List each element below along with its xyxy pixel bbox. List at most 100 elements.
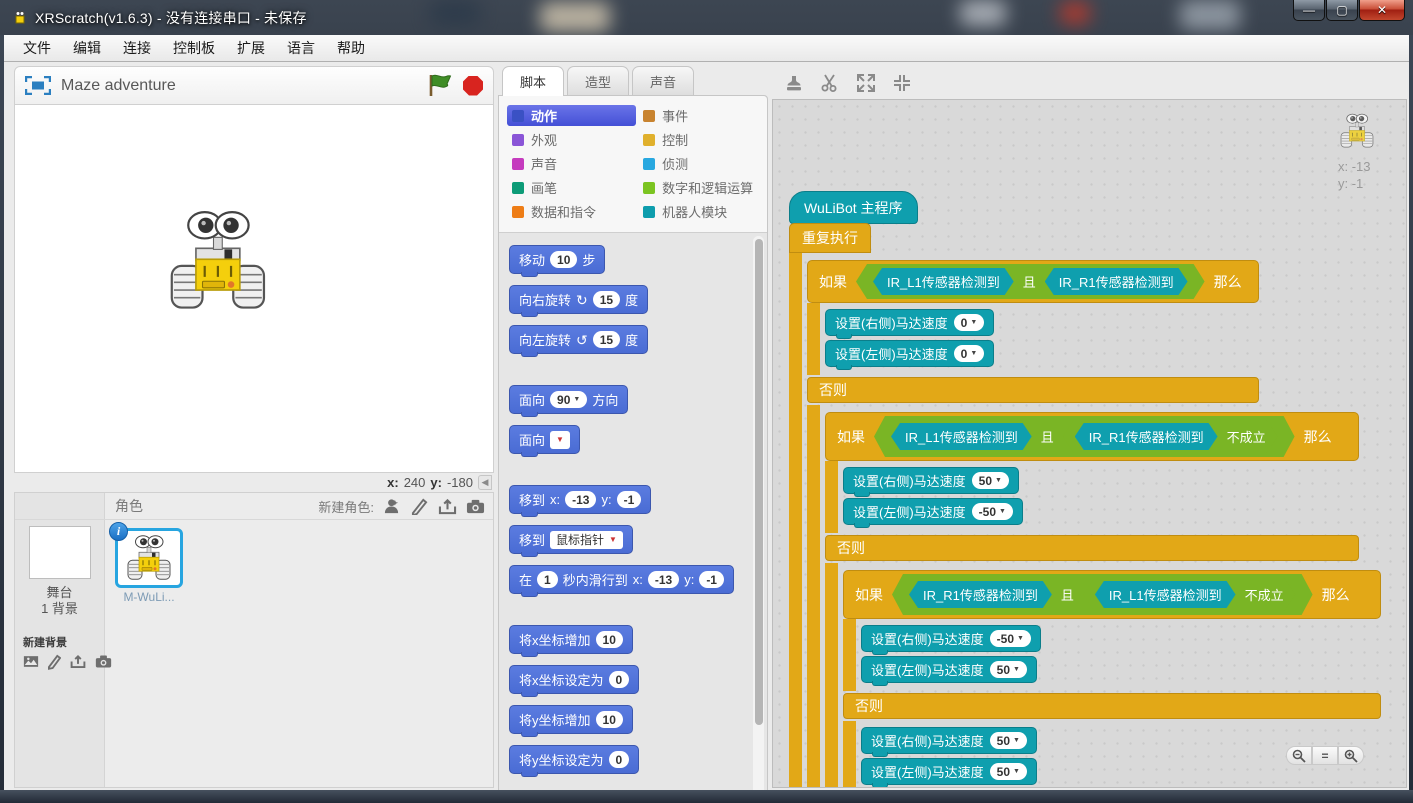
sprite-item-mwulibot[interactable]: i M-WuLi... xyxy=(115,528,193,604)
point-towards-dropdown[interactable]: ▼ xyxy=(550,431,570,449)
presentation-mode-icon[interactable] xyxy=(25,76,51,95)
category-operators[interactable]: 数字和逻辑运算 xyxy=(638,177,761,198)
sprite-info-readout: x: -13 y: -1 xyxy=(1338,112,1376,193)
block-point-direction[interactable]: 面向90▼方向 xyxy=(509,385,628,414)
category-motion[interactable]: 动作 xyxy=(507,105,636,126)
category-looks[interactable]: 外观 xyxy=(507,129,636,150)
upload-sprite-icon[interactable] xyxy=(438,498,457,515)
window-title: XRScratch(v1.6.3) - 没有连接串口 - 未保存 xyxy=(35,8,307,28)
category-robot[interactable]: 机器人模块 xyxy=(638,201,761,222)
zoom-in-icon xyxy=(1344,749,1358,763)
stage-selector[interactable]: 舞台 1 背景 新建背景 xyxy=(15,520,105,787)
robot-color-chip xyxy=(643,206,655,218)
tab-scripts[interactable]: 脚本 xyxy=(502,66,564,96)
category-data[interactable]: 数据和指令 xyxy=(507,201,636,222)
pen-color-chip xyxy=(512,182,524,194)
palette-scrollbar[interactable] xyxy=(753,236,764,803)
block-turn-right[interactable]: 向右旋转↻15度 xyxy=(509,285,648,314)
category-sound[interactable]: 声音 xyxy=(507,153,636,174)
sprite-thumbnail[interactable]: i xyxy=(115,528,183,588)
and-operator-block[interactable]: IR_L1传感器检测到 且 IR_R1传感器检测到 xyxy=(856,264,1205,299)
block-set-x[interactable]: 将x坐标设定为0 xyxy=(509,665,639,694)
backdrop-count: 1 背景 xyxy=(41,601,78,617)
block-point-towards[interactable]: 面向▼ xyxy=(509,425,580,454)
sensor-ir-l1-block[interactable]: IR_L1传感器检测到 xyxy=(891,423,1032,450)
minimize-button[interactable]: — xyxy=(1293,0,1325,21)
stage-canvas[interactable] xyxy=(14,105,494,473)
upload-backdrop-icon[interactable] xyxy=(70,653,86,670)
menu-edit[interactable]: 编辑 xyxy=(62,35,112,61)
green-flag-button[interactable] xyxy=(428,74,453,97)
block-set-y[interactable]: 将y坐标设定为0 xyxy=(509,745,639,774)
grow-sprite-icon[interactable] xyxy=(856,73,876,93)
robot-sprite[interactable] xyxy=(163,203,275,321)
sensor-ir-r1-block[interactable]: IR_R1传感器检测到 xyxy=(1075,423,1218,450)
category-events[interactable]: 事件 xyxy=(638,105,761,126)
set-right-motor-block[interactable]: 设置(右侧)马达速度-50▼ xyxy=(861,625,1041,652)
set-left-motor-block[interactable]: 设置(左侧)马达速度50▼ xyxy=(861,656,1037,683)
sensor-ir-l1-block[interactable]: IR_L1传感器检测到 xyxy=(873,268,1014,295)
stamp-icon[interactable] xyxy=(784,73,804,93)
not-operator-block[interactable]: IR_L1传感器检测到 不成立 xyxy=(1083,578,1296,611)
block-change-x[interactable]: 将x坐标增加10 xyxy=(509,625,633,654)
camera-sprite-icon[interactable] xyxy=(466,498,485,515)
paint-backdrop-icon[interactable] xyxy=(48,653,61,670)
block-goto-mouse[interactable]: 移到鼠标指针▼ xyxy=(509,525,633,554)
zoom-in-button[interactable] xyxy=(1338,746,1364,765)
zoom-reset-button[interactable]: = xyxy=(1312,746,1338,765)
and-operator-block[interactable]: IR_L1传感器检测到 且 IR_R1传感器检测到 不成立 xyxy=(874,416,1295,457)
set-right-motor-block[interactable]: 设置(右侧)马达速度50▼ xyxy=(843,467,1019,494)
set-left-motor-block[interactable]: 设置(左侧)马达速度-50▼ xyxy=(843,498,1023,525)
block-turn-left[interactable]: 向左旋转↺15度 xyxy=(509,325,648,354)
tab-sounds[interactable]: 声音 xyxy=(632,66,694,95)
zoom-out-button[interactable] xyxy=(1286,746,1312,765)
category-control[interactable]: 控制 xyxy=(638,129,761,150)
block-move-steps[interactable]: 移动10步 xyxy=(509,245,605,274)
stage-thumbnail[interactable] xyxy=(29,526,91,579)
sensor-ir-l1-block[interactable]: IR_L1传感器检测到 xyxy=(1095,581,1236,608)
sensor-ir-r1-block[interactable]: IR_R1传感器检测到 xyxy=(909,581,1052,608)
backdrop-library-icon[interactable] xyxy=(23,653,39,670)
script-toolbar xyxy=(772,66,1407,99)
menu-help[interactable]: 帮助 xyxy=(326,35,376,61)
menubar: 文件 编辑 连接 控制板 扩展 语言 帮助 xyxy=(4,35,1409,62)
new-sprite-library-icon[interactable] xyxy=(382,498,401,515)
set-right-motor-block[interactable]: 设置(右侧)马达速度50▼ xyxy=(861,727,1037,754)
dropdown-arrow-icon: ▼ xyxy=(573,392,580,408)
goto-target-dropdown[interactable]: 鼠标指针▼ xyxy=(550,531,623,549)
shrink-sprite-icon[interactable] xyxy=(892,73,912,93)
if-block-level2[interactable]: 如果 IR_L1传感器检测到 且 IR_R1传感器检测到 不成立 xyxy=(825,412,1381,788)
menu-language[interactable]: 语言 xyxy=(276,35,326,61)
menu-board[interactable]: 控制板 xyxy=(162,35,226,61)
stop-button[interactable] xyxy=(463,76,483,96)
block-glide[interactable]: 在1秒内滑行到x:-13y:-1 xyxy=(509,565,734,594)
category-sensing[interactable]: 侦测 xyxy=(638,153,761,174)
menu-file[interactable]: 文件 xyxy=(12,35,62,61)
category-pen[interactable]: 画笔 xyxy=(507,177,636,198)
menu-connect[interactable]: 连接 xyxy=(112,35,162,61)
tab-costumes[interactable]: 造型 xyxy=(567,66,629,95)
hat-block-main-program[interactable]: WuLiBot 主程序 xyxy=(789,191,918,224)
script-stack[interactable]: WuLiBot 主程序 重复执行 如果 IR_L1传感器检测到 且 xyxy=(789,190,1381,788)
set-right-motor-block[interactable]: 设置(右侧)马达速度0▼ xyxy=(825,309,994,336)
menu-extensions[interactable]: 扩展 xyxy=(226,35,276,61)
paint-new-sprite-icon[interactable] xyxy=(410,498,429,515)
set-left-motor-block[interactable]: 设置(左侧)马达速度50▼ xyxy=(861,758,1037,785)
if-block-level1[interactable]: 如果 IR_L1传感器检测到 且 IR_R1传感器检测到 那么 设置(右侧)马达… xyxy=(807,260,1381,788)
sprite-list: i M-WuLi... xyxy=(105,520,493,787)
not-operator-block[interactable]: IR_R1传感器检测到 不成立 xyxy=(1063,420,1278,453)
set-left-motor-block[interactable]: 设置(左侧)马达速度0▼ xyxy=(825,340,994,367)
block-change-y[interactable]: 将y坐标增加10 xyxy=(509,705,633,734)
palette-scrollbar-thumb[interactable] xyxy=(755,239,763,725)
and-operator-block[interactable]: IR_R1传感器检测到 且 IR_L1传感器检测到 不成立 xyxy=(892,574,1313,615)
script-canvas[interactable]: x: -13 y: -1 WuLiBot 主程序 重复执行 如果 xyxy=(772,99,1407,788)
panel-collapse-arrow-icon[interactable]: ◀ xyxy=(478,475,492,490)
forever-block[interactable]: 重复执行 如果 IR_L1传感器检测到 且 IR_R1传感器检测到 xyxy=(789,223,1381,788)
scissors-icon[interactable] xyxy=(820,73,840,93)
sprite-info-badge[interactable]: i xyxy=(109,522,128,541)
maximize-button[interactable]: ▢ xyxy=(1326,0,1358,21)
dropdown-arrow-icon: ▼ xyxy=(556,435,564,444)
close-button[interactable]: ✕ xyxy=(1359,0,1405,21)
block-goto-xy[interactable]: 移到x:-13y:-1 xyxy=(509,485,651,514)
sensor-ir-r1-block[interactable]: IR_R1传感器检测到 xyxy=(1045,268,1188,295)
